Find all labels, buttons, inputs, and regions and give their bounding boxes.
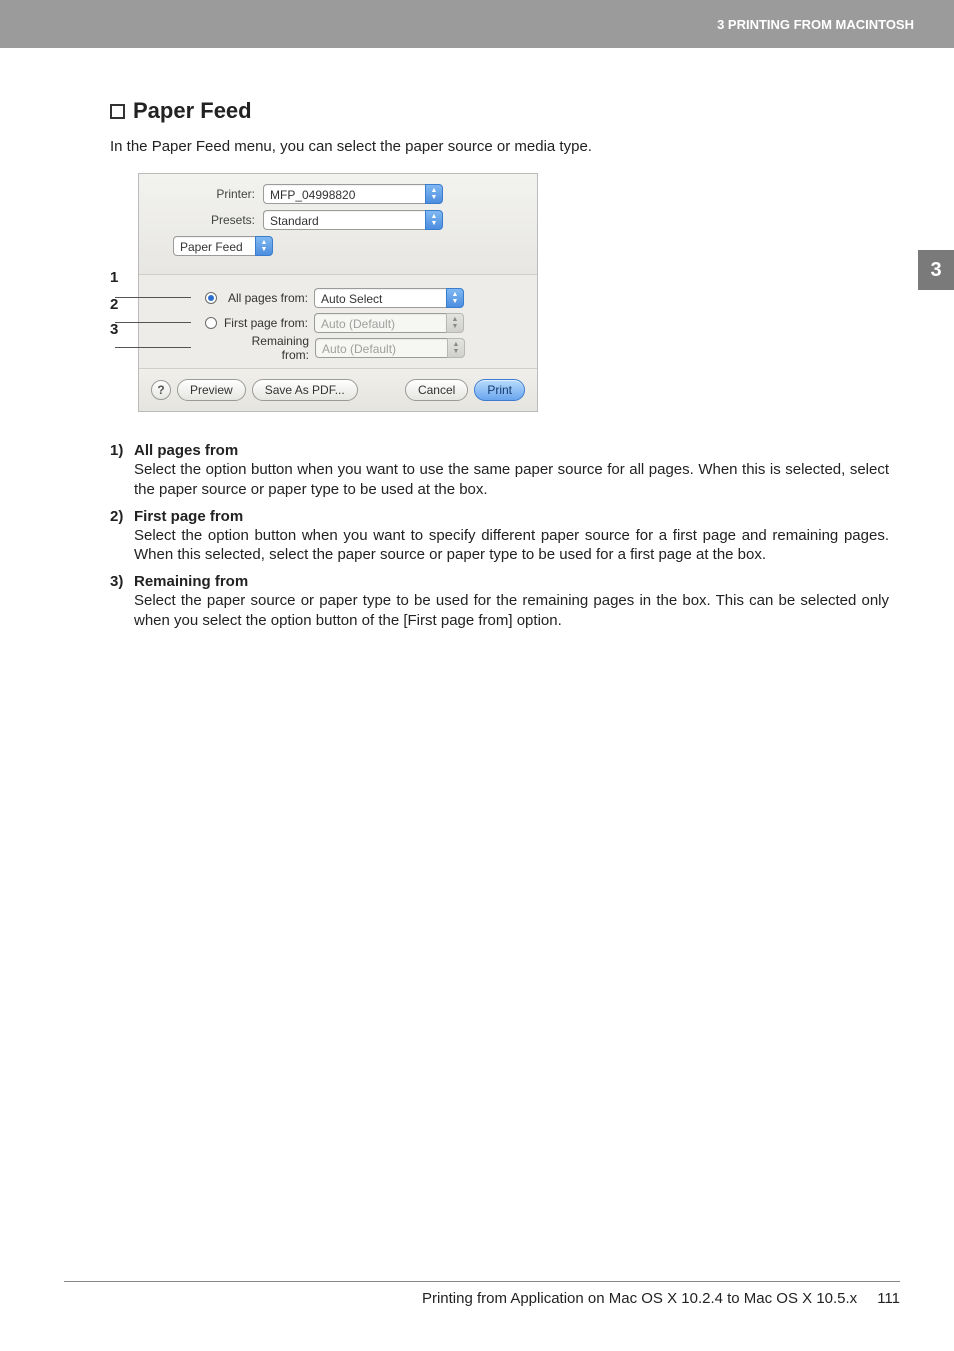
callout-3: 3 (110, 317, 130, 342)
callout-line-icon (115, 297, 191, 298)
cancel-label: Cancel (418, 383, 455, 397)
first-page-value: Auto (Default) (314, 313, 446, 333)
save-pdf-label: Save As PDF... (265, 383, 345, 397)
chapter-header: 3 PRINTING FROM MACINTOSH (0, 0, 954, 48)
print-dialog: Printer: MFP_04998820 ▲▼ Presets: Standa… (138, 173, 538, 412)
printer-label: Printer: (153, 187, 263, 201)
all-pages-select[interactable]: Auto Select ▲▼ (314, 288, 464, 308)
dropdown-arrows-icon: ▲▼ (255, 236, 273, 256)
remaining-row: Remaining from: Auto (Default) ▲▼ (153, 335, 523, 360)
dropdown-arrows-icon: ▲▼ (447, 338, 465, 358)
side-tab-number: 3 (930, 259, 941, 282)
first-page-row: First page from: Auto (Default) ▲▼ (153, 310, 523, 335)
pane-value: Paper Feed (173, 236, 255, 256)
printer-select[interactable]: MFP_04998820 ▲▼ (263, 184, 443, 204)
desc-title: Remaining from (134, 573, 889, 590)
presets-label: Presets: (153, 213, 263, 227)
dropdown-arrows-icon: ▲▼ (446, 313, 464, 333)
square-bullet-icon (110, 104, 125, 119)
preview-button[interactable]: Preview (177, 379, 246, 401)
print-label: Print (487, 383, 512, 397)
desc-text: Select the option button when you want t… (134, 460, 889, 500)
desc-item-2: 2) First page from Select the option but… (110, 508, 889, 566)
pane-select[interactable]: Paper Feed ▲▼ (173, 236, 273, 256)
intro-text: In the Paper Feed menu, you can select t… (110, 138, 899, 155)
desc-num: 3) (110, 573, 134, 631)
print-button[interactable]: Print (474, 379, 525, 401)
chapter-label: 3 PRINTING FROM MACINTOSH (717, 17, 914, 32)
help-icon: ? (157, 383, 164, 397)
preview-label: Preview (190, 383, 233, 397)
callout-1: 1 (110, 265, 130, 290)
save-pdf-button[interactable]: Save As PDF... (252, 379, 358, 401)
callout-column: 1 2 3 (110, 173, 130, 412)
all-pages-radio[interactable] (205, 292, 217, 304)
presets-select[interactable]: Standard ▲▼ (263, 210, 443, 230)
chapter-side-tab: 3 (918, 250, 954, 290)
remaining-select[interactable]: Auto (Default) ▲▼ (315, 338, 465, 358)
printer-value: MFP_04998820 (263, 184, 425, 204)
description-list: 1) All pages from Select the option butt… (110, 442, 899, 631)
all-pages-value: Auto Select (314, 288, 446, 308)
dropdown-arrows-icon: ▲▼ (446, 288, 464, 308)
callout-2: 2 (110, 292, 130, 317)
desc-title: All pages from (134, 442, 889, 459)
first-page-radio[interactable] (205, 317, 217, 329)
page-number: 111 (877, 1290, 900, 1307)
dropdown-arrows-icon: ▲▼ (425, 184, 443, 204)
callout-line-icon (115, 322, 191, 323)
desc-num: 1) (110, 442, 134, 500)
desc-item-1: 1) All pages from Select the option butt… (110, 442, 889, 500)
heading-text: Paper Feed (133, 98, 252, 124)
desc-title: First page from (134, 508, 889, 525)
footer-text: Printing from Application on Mac OS X 10… (422, 1290, 857, 1307)
presets-value: Standard (263, 210, 425, 230)
remaining-value: Auto (Default) (315, 338, 447, 358)
callout-line-icon (115, 347, 191, 348)
desc-item-3: 3) Remaining from Select the paper sourc… (110, 573, 889, 631)
all-pages-row: All pages from: Auto Select ▲▼ (153, 285, 523, 310)
first-page-label: First page from: (222, 316, 314, 330)
section-heading: Paper Feed (110, 98, 899, 124)
desc-num: 2) (110, 508, 134, 566)
page-footer: Printing from Application on Mac OS X 10… (64, 1281, 900, 1307)
all-pages-label: All pages from: (222, 291, 314, 305)
cancel-button[interactable]: Cancel (405, 379, 468, 401)
desc-text: Select the option button when you want t… (134, 526, 889, 566)
remaining-label: Remaining from: (223, 334, 315, 362)
first-page-select[interactable]: Auto (Default) ▲▼ (314, 313, 464, 333)
help-button[interactable]: ? (151, 380, 171, 400)
desc-text: Select the paper source or paper type to… (134, 591, 889, 631)
dropdown-arrows-icon: ▲▼ (425, 210, 443, 230)
